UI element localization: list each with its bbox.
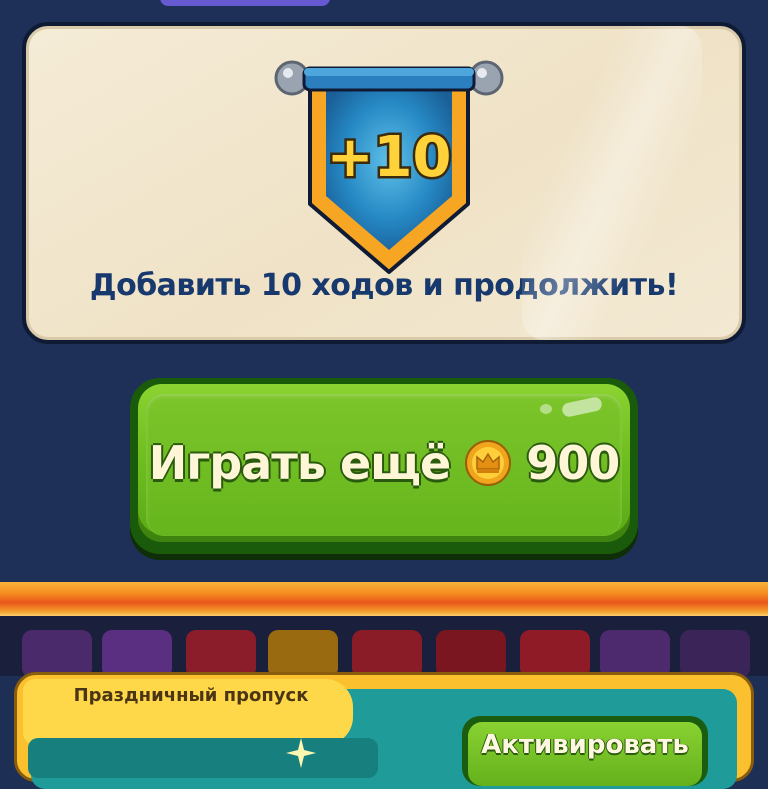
board-tile	[680, 630, 750, 678]
board-tile	[186, 630, 256, 678]
board-tile	[102, 630, 172, 678]
play-again-label: Играть ещё	[148, 436, 452, 490]
extra-moves-offer-card[interactable]: +10 Добавить 10 ходов и продолжить!	[22, 22, 746, 344]
badge-text: +10	[327, 125, 452, 190]
decorative-stripe	[0, 582, 768, 616]
offer-message: Добавить 10 ходов и продолжить!	[89, 268, 679, 303]
board-tile	[436, 630, 506, 678]
title-edge	[160, 0, 330, 6]
board-tile	[268, 630, 338, 678]
board-tile	[22, 630, 92, 678]
play-again-button[interactable]: Играть ещё 900	[130, 378, 638, 554]
activate-button[interactable]: Активировать	[462, 716, 708, 786]
play-again-cost: 900	[526, 436, 620, 490]
board-tile	[352, 630, 422, 678]
activate-label: Активировать	[481, 730, 689, 760]
festive-pass-label: Праздничный пропуск	[73, 685, 309, 706]
crown-coin-icon	[465, 440, 512, 486]
game-board-preview	[0, 616, 768, 678]
board-tile	[520, 630, 590, 678]
plus-ten-banner-icon: +10	[274, 60, 504, 274]
board-tile	[600, 630, 670, 678]
sparkle-icon	[286, 738, 316, 768]
